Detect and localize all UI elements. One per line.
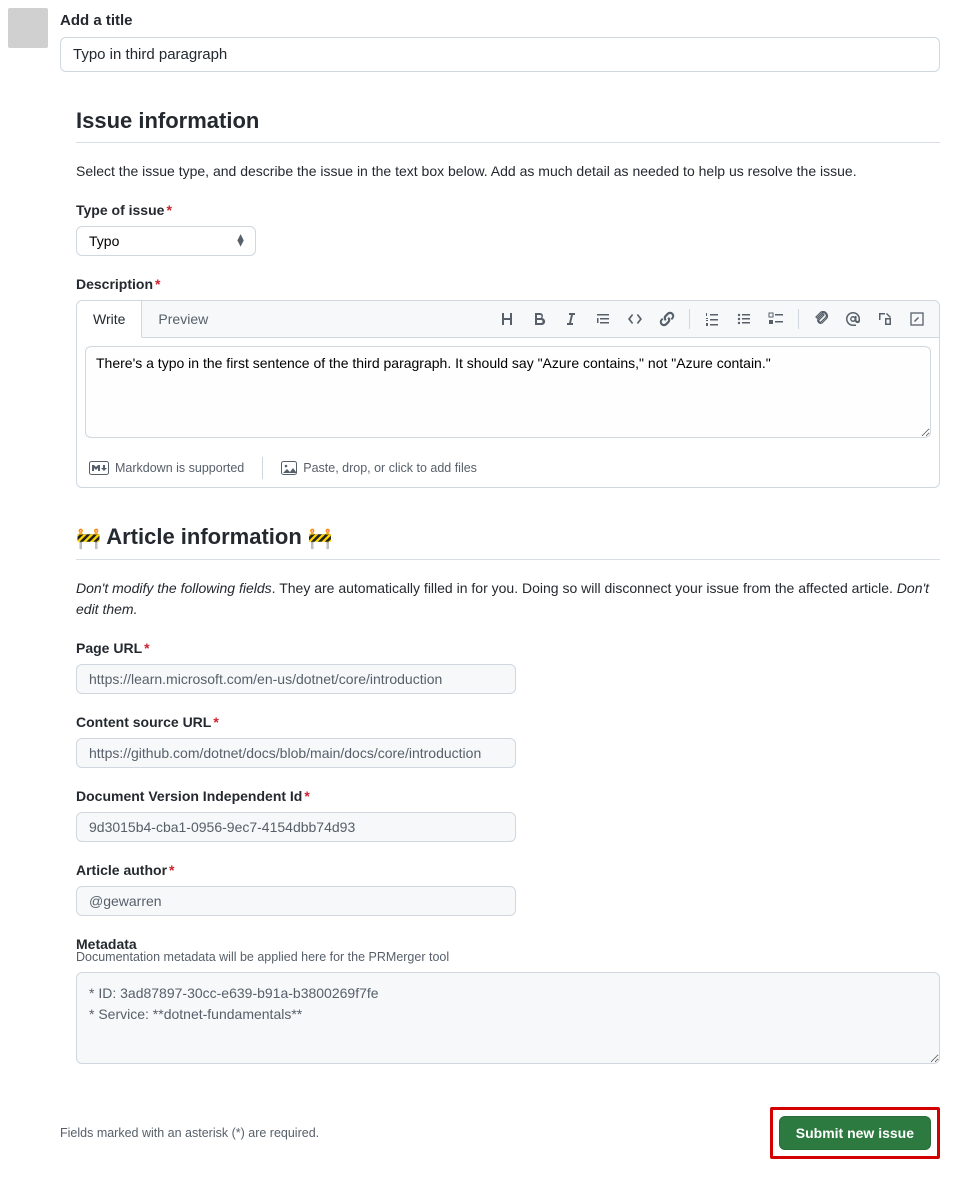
description-label: Description* — [76, 276, 940, 292]
metadata-helper: Documentation metadata will be applied h… — [76, 950, 940, 964]
cross-reference-icon[interactable] — [871, 305, 899, 333]
article-info-heading: 🚧 Article information 🚧 — [76, 524, 940, 560]
markdown-supported-note[interactable]: Markdown is supported — [89, 461, 244, 475]
article-author-label: Article author* — [76, 862, 940, 878]
tasklist-icon[interactable] — [762, 305, 790, 333]
title-input[interactable] — [60, 37, 940, 72]
metadata-textarea[interactable] — [76, 972, 940, 1064]
title-label: Add a title — [60, 12, 940, 29]
description-textarea[interactable] — [85, 346, 931, 438]
article-author-input[interactable] — [76, 886, 516, 916]
page-url-label: Page URL* — [76, 640, 940, 656]
article-info-desc: Don't modify the following fields. They … — [76, 578, 940, 620]
image-icon — [281, 461, 297, 475]
doc-version-id-label: Document Version Independent Id* — [76, 788, 940, 804]
code-icon[interactable] — [621, 305, 649, 333]
markdown-icon — [89, 461, 109, 475]
page-url-input[interactable] — [76, 664, 516, 694]
description-editor: Write Preview — [76, 300, 940, 488]
issue-info-heading: Issue information — [76, 108, 940, 143]
link-icon[interactable] — [653, 305, 681, 333]
heading-icon[interactable] — [493, 305, 521, 333]
content-source-url-input[interactable] — [76, 738, 516, 768]
quote-icon[interactable] — [589, 305, 617, 333]
attach-icon[interactable] — [807, 305, 835, 333]
saved-replies-icon[interactable] — [903, 305, 931, 333]
doc-version-id-input[interactable] — [76, 812, 516, 842]
type-of-issue-select[interactable]: Typo — [76, 226, 256, 256]
submit-highlight-box: Submit new issue — [770, 1107, 940, 1159]
ordered-list-icon[interactable] — [698, 305, 726, 333]
tab-write[interactable]: Write — [77, 301, 142, 338]
attach-files-note[interactable]: Paste, drop, or click to add files — [281, 461, 477, 475]
construction-icon: 🚧 — [308, 526, 333, 551]
content-source-url-label: Content source URL* — [76, 714, 940, 730]
construction-icon: 🚧 — [76, 526, 101, 551]
submit-new-issue-button[interactable]: Submit new issue — [779, 1116, 931, 1150]
footer-separator — [262, 457, 263, 479]
required-fields-note: Fields marked with an asterisk (*) are r… — [8, 1126, 319, 1140]
unordered-list-icon[interactable] — [730, 305, 758, 333]
avatar — [8, 8, 48, 48]
toolbar-separator — [689, 309, 690, 329]
tab-preview[interactable]: Preview — [142, 301, 224, 337]
italic-icon[interactable] — [557, 305, 585, 333]
toolbar-separator — [798, 309, 799, 329]
issue-info-desc: Select the issue type, and describe the … — [76, 161, 940, 182]
mention-icon[interactable] — [839, 305, 867, 333]
bold-icon[interactable] — [525, 305, 553, 333]
type-of-issue-label: Type of issue* — [76, 202, 940, 218]
